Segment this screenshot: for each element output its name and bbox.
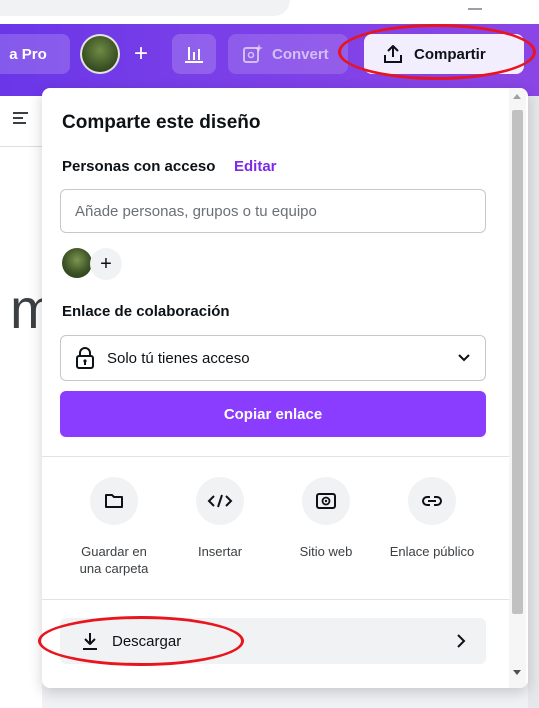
section-divider xyxy=(42,456,509,457)
option-label: Enlace público xyxy=(389,544,475,559)
download-label: Descargar xyxy=(112,632,182,650)
option-circle xyxy=(90,477,138,525)
editor-toolbar: a Pro + Convert Compartir xyxy=(0,24,539,96)
option-embed[interactable]: Insertar xyxy=(168,477,272,560)
edit-access-link[interactable]: Editar xyxy=(234,158,277,175)
toolbar-row: a Pro + Convert Compartir xyxy=(0,34,539,74)
convert-button[interactable]: Convert xyxy=(228,34,348,74)
add-people-input[interactable] xyxy=(60,189,486,233)
analytics-button[interactable] xyxy=(172,34,216,74)
option-label: Guardar en una carpeta xyxy=(62,543,166,577)
people-access-label: Personas con acceso xyxy=(62,158,216,175)
collab-link-label: Enlace de colaboración xyxy=(62,303,230,320)
text-align-icon[interactable] xyxy=(12,110,30,126)
option-label: Insertar xyxy=(197,544,243,559)
option-label: Sitio web xyxy=(299,544,353,559)
copy-link-label: Copiar enlace xyxy=(223,405,323,423)
editor-side-area: m xyxy=(0,96,57,708)
canva-pro-button[interactable]: a Pro xyxy=(0,34,70,74)
bar-chart-icon xyxy=(185,47,203,63)
option-public-link[interactable]: Enlace público xyxy=(380,477,484,560)
panel-scrollbar[interactable] xyxy=(509,88,526,688)
code-icon xyxy=(207,494,233,508)
share-panel-title: Comparte este diseño xyxy=(62,112,261,133)
option-circle xyxy=(408,477,456,525)
share-panel: Comparte este diseño Personas con acceso… xyxy=(42,88,528,688)
address-bar-fragment xyxy=(0,0,290,16)
option-circle xyxy=(196,477,244,525)
add-collaborator-label: + xyxy=(133,40,148,67)
option-save-folder[interactable]: Guardar en una carpeta xyxy=(62,477,166,577)
member-avatar[interactable] xyxy=(62,248,92,278)
scroll-down-arrow-icon[interactable] xyxy=(513,670,521,675)
convert-label: Convert xyxy=(272,45,329,63)
lock-icon xyxy=(76,347,94,369)
access-level-select[interactable]: Solo tú tienes acceso xyxy=(60,335,486,381)
scroll-up-arrow-icon[interactable] xyxy=(513,94,521,99)
magic-convert-icon xyxy=(243,44,263,63)
browser-top-strip xyxy=(0,0,539,24)
website-icon xyxy=(316,493,336,509)
scrollbar-thumb[interactable] xyxy=(512,110,523,614)
folder-icon xyxy=(105,494,123,508)
link-icon xyxy=(422,496,442,506)
user-avatar[interactable] xyxy=(80,34,120,74)
option-label-line: una carpeta xyxy=(79,561,149,576)
editor-scroll-area xyxy=(528,96,539,708)
copy-link-button[interactable]: Copiar enlace xyxy=(60,391,486,437)
chevron-down-icon xyxy=(458,354,470,362)
upload-share-icon xyxy=(384,45,402,63)
option-circle xyxy=(302,477,350,525)
share-button[interactable]: Compartir xyxy=(364,34,524,74)
canva-pro-label: a Pro xyxy=(9,45,47,63)
add-collaborator-button[interactable]: + xyxy=(122,34,160,74)
section-divider xyxy=(42,599,509,600)
chevron-right-icon xyxy=(457,634,466,648)
option-website[interactable]: Sitio web xyxy=(274,477,378,560)
download-icon xyxy=(83,633,97,650)
add-member-label: + xyxy=(100,252,112,275)
option-label-line: Guardar en xyxy=(81,544,147,559)
download-button[interactable]: Descargar xyxy=(60,618,486,664)
editor-divider xyxy=(0,146,42,147)
access-level-value: Solo tú tienes acceso xyxy=(107,349,250,367)
share-label: Compartir xyxy=(414,45,486,63)
add-member-button[interactable]: + xyxy=(90,248,122,280)
minimize-icon xyxy=(468,8,482,10)
